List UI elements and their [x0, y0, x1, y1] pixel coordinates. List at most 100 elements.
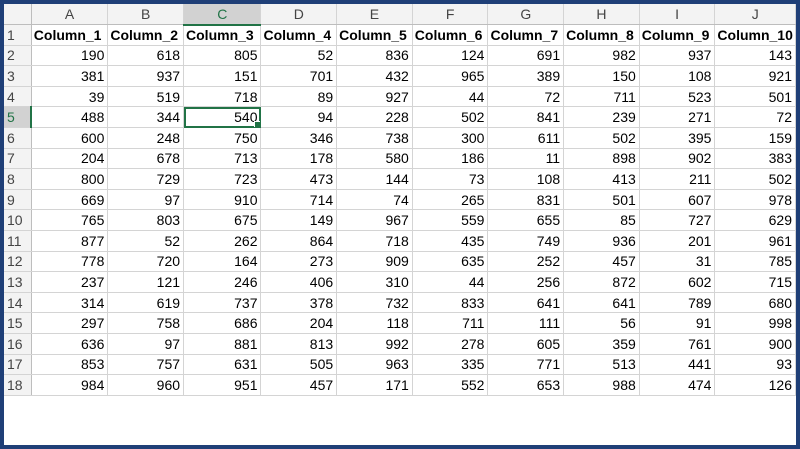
cell-i14[interactable]: 789 — [639, 292, 716, 314]
cell-f10[interactable]: 559 — [412, 209, 489, 232]
cell-a5[interactable]: 488 — [31, 106, 109, 129]
cell-j9[interactable]: 978 — [714, 189, 796, 211]
cell-a13[interactable]: 237 — [31, 271, 109, 293]
column-header-c[interactable]: C — [183, 4, 262, 26]
cell-g11[interactable]: 749 — [487, 230, 565, 252]
cell-b4[interactable]: 519 — [107, 86, 185, 108]
cell-f18[interactable]: 552 — [412, 374, 489, 396]
cell-a1[interactable]: Column_1 — [31, 24, 109, 46]
cell-f16[interactable]: 278 — [412, 333, 489, 355]
cell-g4[interactable]: 72 — [487, 86, 565, 108]
cell-d1[interactable]: Column_4 — [260, 24, 338, 46]
cell-i18[interactable]: 474 — [639, 374, 716, 396]
column-header-f[interactable]: F — [412, 4, 489, 26]
column-header-h[interactable]: H — [563, 4, 640, 26]
cell-f4[interactable]: 44 — [412, 86, 489, 108]
cell-e8[interactable]: 144 — [336, 168, 413, 190]
cell-d10[interactable]: 149 — [260, 209, 338, 232]
cell-e16[interactable]: 992 — [336, 333, 413, 355]
cell-a12[interactable]: 778 — [31, 251, 109, 273]
cell-e2[interactable]: 836 — [336, 45, 413, 67]
cell-f9[interactable]: 265 — [412, 189, 489, 211]
column-header-d[interactable]: D — [260, 4, 338, 26]
cell-c2[interactable]: 805 — [183, 45, 262, 67]
cell-a2[interactable]: 190 — [31, 45, 109, 67]
cell-f17[interactable]: 335 — [412, 354, 489, 376]
cell-i5[interactable]: 271 — [639, 106, 716, 129]
cell-a3[interactable]: 381 — [31, 65, 109, 87]
cell-b14[interactable]: 619 — [107, 292, 185, 314]
cell-b13[interactable]: 121 — [107, 271, 185, 293]
cell-h16[interactable]: 359 — [563, 333, 640, 355]
cell-f13[interactable]: 44 — [412, 271, 489, 293]
cell-f12[interactable]: 635 — [412, 251, 489, 273]
cell-g13[interactable]: 256 — [487, 271, 565, 293]
cell-e6[interactable]: 738 — [336, 127, 413, 149]
cell-j17[interactable]: 93 — [714, 354, 796, 376]
row-header-7[interactable]: 7 — [4, 148, 32, 170]
cell-d5[interactable]: 94 — [260, 106, 338, 129]
cell-j10[interactable]: 629 — [714, 209, 796, 232]
cell-c17[interactable]: 631 — [183, 354, 262, 376]
cell-f15[interactable]: 711 — [412, 312, 489, 334]
cell-j6[interactable]: 159 — [714, 127, 796, 149]
cell-j2[interactable]: 143 — [714, 45, 796, 67]
cell-g15[interactable]: 111 — [487, 312, 565, 334]
cell-g9[interactable]: 831 — [487, 189, 565, 211]
cell-h8[interactable]: 413 — [563, 168, 640, 190]
cell-f6[interactable]: 300 — [412, 127, 489, 149]
cell-a17[interactable]: 853 — [31, 354, 109, 376]
cell-b10[interactable]: 803 — [107, 209, 185, 232]
cell-d16[interactable]: 813 — [260, 333, 338, 355]
cell-i12[interactable]: 31 — [639, 251, 716, 273]
cell-h6[interactable]: 502 — [563, 127, 640, 149]
cell-g6[interactable]: 611 — [487, 127, 565, 149]
cell-a10[interactable]: 765 — [31, 209, 109, 232]
cell-j4[interactable]: 501 — [714, 86, 796, 108]
column-header-e[interactable]: E — [336, 4, 413, 26]
spreadsheet-grid[interactable]: ABCDEFGHIJ 1 Column_1 Column_2 Column_3 Colu… — [4, 4, 796, 445]
cell-j16[interactable]: 900 — [714, 333, 796, 355]
cell-i10[interactable]: 727 — [639, 209, 716, 232]
cell-h12[interactable]: 457 — [563, 251, 640, 273]
cell-c7[interactable]: 713 — [183, 148, 262, 170]
cell-a11[interactable]: 877 — [31, 230, 109, 252]
cell-h9[interactable]: 501 — [563, 189, 640, 211]
cell-i1[interactable]: Column_9 — [639, 24, 716, 46]
cell-h13[interactable]: 872 — [563, 271, 640, 293]
cell-e14[interactable]: 732 — [336, 292, 413, 314]
column-header-g[interactable]: G — [487, 4, 565, 26]
cell-b3[interactable]: 937 — [107, 65, 185, 87]
cell-j12[interactable]: 785 — [714, 251, 796, 273]
cell-c18[interactable]: 951 — [183, 374, 262, 396]
cell-g1[interactable]: Column_7 — [487, 24, 565, 46]
cell-i8[interactable]: 211 — [639, 168, 716, 190]
cell-d17[interactable]: 505 — [260, 354, 338, 376]
cell-h10[interactable]: 85 — [563, 209, 640, 232]
cell-c6[interactable]: 750 — [183, 127, 262, 149]
cell-c12[interactable]: 164 — [183, 251, 262, 273]
cell-a8[interactable]: 800 — [31, 168, 109, 190]
cell-g8[interactable]: 108 — [487, 168, 565, 190]
cell-h2[interactable]: 982 — [563, 45, 640, 67]
cell-j15[interactable]: 998 — [714, 312, 796, 334]
cell-d12[interactable]: 273 — [260, 251, 338, 273]
row-header-14[interactable]: 14 — [4, 292, 32, 314]
cell-d11[interactable]: 864 — [260, 230, 338, 252]
cell-d15[interactable]: 204 — [260, 312, 338, 334]
cell-h3[interactable]: 150 — [563, 65, 640, 87]
cell-f1[interactable]: Column_6 — [412, 24, 489, 46]
cell-i3[interactable]: 108 — [639, 65, 716, 87]
cell-j13[interactable]: 715 — [714, 271, 796, 293]
cell-e13[interactable]: 310 — [336, 271, 413, 293]
row-header-1[interactable]: 1 — [4, 24, 32, 46]
row-header-13[interactable]: 13 — [4, 271, 32, 293]
row-header-17[interactable]: 17 — [4, 354, 32, 376]
cell-a18[interactable]: 984 — [31, 374, 109, 396]
row-header-12[interactable]: 12 — [4, 251, 32, 273]
cell-e1[interactable]: Column_5 — [336, 24, 413, 46]
cell-i2[interactable]: 937 — [639, 45, 716, 67]
cell-e11[interactable]: 718 — [336, 230, 413, 252]
cell-j5[interactable]: 72 — [714, 106, 796, 129]
cell-i11[interactable]: 201 — [639, 230, 716, 252]
